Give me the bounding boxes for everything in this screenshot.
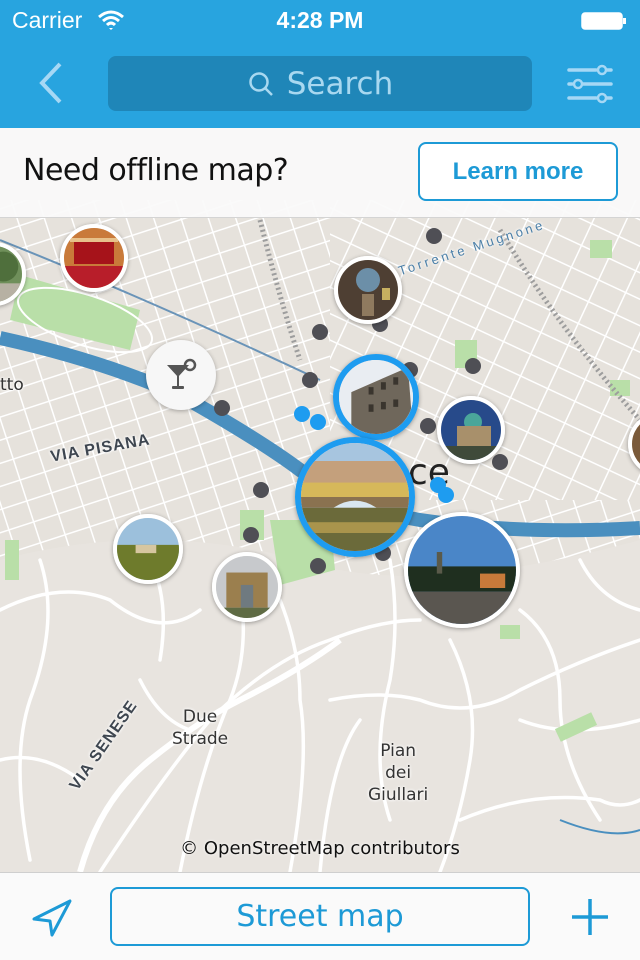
status-time: 4:28 PM (276, 7, 364, 33)
photo-pin-city-gate[interactable] (212, 552, 282, 622)
cluster-dot[interactable] (253, 482, 269, 498)
place-label-left-edge: tto (0, 375, 24, 395)
selected-dot[interactable] (310, 414, 326, 430)
cocktail-glass-icon (167, 358, 197, 389)
cluster-dot[interactable] (310, 558, 326, 574)
palazzo-photo (339, 360, 413, 434)
learn-more-button[interactable]: Learn more (418, 142, 618, 201)
sliders-icon (567, 64, 613, 104)
selected-dot[interactable] (438, 487, 454, 503)
photo-pin-ponte-vecchio[interactable] (295, 437, 415, 557)
place-label-pian-dei-giullari: Pian dei Giullari (368, 741, 429, 805)
current-location-button[interactable] (30, 895, 76, 941)
search-input[interactable]: Search (108, 56, 532, 111)
photo-pin-synagogue[interactable] (437, 396, 505, 464)
photo-pin-theater[interactable] (60, 224, 128, 292)
cluster-dot[interactable] (243, 527, 259, 543)
villa-photo (117, 518, 179, 580)
city-gate-photo (216, 556, 278, 618)
cluster-dot[interactable] (302, 372, 318, 388)
chapel-photo (338, 260, 398, 320)
map-attribution[interactable]: © OpenStreetMap contributors (0, 838, 640, 859)
cluster-dot[interactable] (312, 324, 328, 340)
back-button[interactable] (30, 58, 74, 108)
cluster-dot[interactable] (492, 454, 508, 470)
garden-photo (0, 246, 22, 302)
cluster-dot[interactable] (420, 418, 436, 434)
battery-icon (581, 12, 626, 30)
banner-text: Need offline map? (23, 153, 289, 188)
cluster-dot[interactable] (214, 400, 230, 416)
photo-pin-palazzo[interactable] (333, 354, 419, 440)
bottom-toolbar: Street map (0, 872, 640, 960)
selected-dot[interactable] (294, 406, 310, 422)
search-icon (248, 71, 273, 96)
piazzale-photo (408, 516, 516, 624)
chevron-left-icon (39, 62, 62, 104)
poi-nightlife[interactable] (146, 340, 216, 410)
cluster-dot[interactable] (465, 358, 481, 374)
synagogue-photo (441, 400, 501, 460)
navbar: Search (0, 40, 640, 128)
place-label-due-strade: Due Strade (172, 707, 229, 749)
add-button[interactable] (570, 897, 610, 937)
header: Carrier 4:28 PM Search (0, 0, 640, 128)
plus-icon (572, 899, 608, 935)
photo-pin-chapel-dome[interactable] (334, 256, 402, 324)
location-arrow-icon (32, 899, 72, 937)
map-type-button[interactable]: Street map (110, 887, 530, 946)
cluster-dot[interactable] (426, 228, 442, 244)
filter-button[interactable] (566, 64, 614, 104)
status-bar: Carrier 4:28 PM (0, 0, 640, 40)
ponte-vecchio-photo (301, 443, 409, 551)
offline-map-banner: Need offline map? Learn more (0, 128, 640, 218)
photo-pin-piazzale-michelangelo[interactable] (404, 512, 520, 628)
photo-pin-hillside-villa[interactable] (113, 514, 183, 584)
theater-photo (64, 228, 124, 288)
search-placeholder: Search (286, 65, 394, 102)
